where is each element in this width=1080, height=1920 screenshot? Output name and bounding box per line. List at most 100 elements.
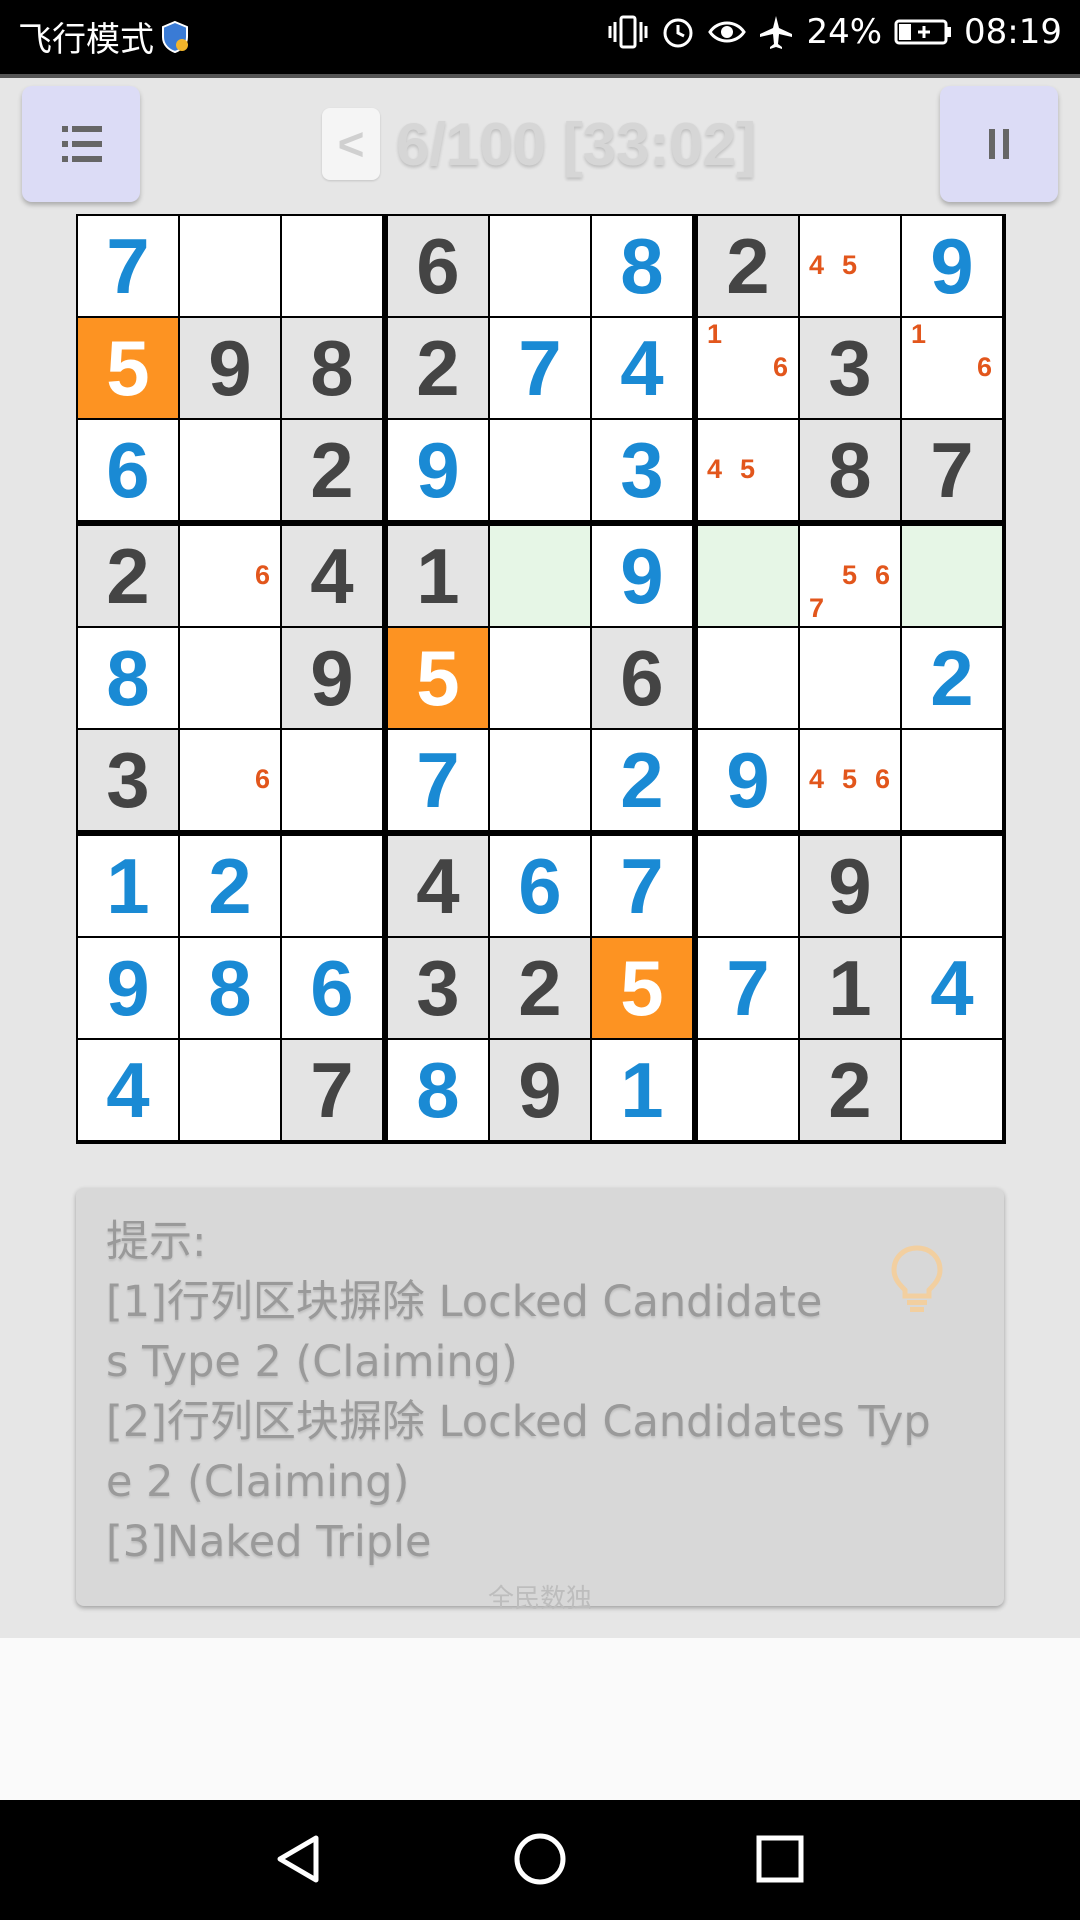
sudoku-cell[interactable]: 9 [180, 318, 280, 418]
sudoku-cell[interactable]: 9 [282, 628, 382, 728]
sudoku-cell[interactable] [902, 526, 1002, 626]
sudoku-cell[interactable] [490, 216, 590, 316]
cell-candidates: 45 [800, 216, 900, 316]
recents-icon[interactable] [745, 1824, 815, 1894]
sudoku-cell[interactable]: 3 [592, 420, 692, 520]
candidate-note: 1 [910, 319, 927, 349]
sudoku-cell[interactable]: 3 [388, 938, 488, 1038]
sudoku-cell[interactable] [180, 216, 280, 316]
sudoku-cell[interactable] [282, 730, 382, 830]
sudoku-cell[interactable]: 456 [800, 730, 900, 830]
sudoku-cell[interactable]: 2 [902, 628, 1002, 728]
sudoku-cell[interactable]: 5 [592, 938, 692, 1038]
sudoku-cell[interactable] [490, 420, 590, 520]
sudoku-cell[interactable]: 16 [698, 318, 798, 418]
sudoku-cell[interactable]: 6 [78, 420, 178, 520]
sudoku-cell[interactable]: 6 [282, 938, 382, 1038]
sudoku-cell[interactable]: 7 [698, 938, 798, 1038]
sudoku-cell[interactable]: 2 [282, 420, 382, 520]
sudoku-cell[interactable]: 8 [592, 216, 692, 316]
sudoku-cell[interactable] [698, 836, 798, 936]
sudoku-cell[interactable]: 6 [490, 836, 590, 936]
sudoku-cell[interactable] [902, 730, 1002, 830]
sudoku-cell[interactable]: 3 [800, 318, 900, 418]
sudoku-cell[interactable]: 8 [388, 1040, 488, 1140]
candidate-note: 5 [841, 560, 858, 590]
puzzle-progress-timer: 6/100 [33:02] [396, 110, 757, 178]
sudoku-cell[interactable]: 56 7 [800, 526, 900, 626]
sudoku-cell[interactable] [282, 836, 382, 936]
sudoku-cell[interactable]: 8 [800, 420, 900, 520]
sudoku-cell[interactable]: 9 [698, 730, 798, 830]
sudoku-cell[interactable]: 7 [78, 216, 178, 316]
sudoku-cell[interactable] [490, 628, 590, 728]
status-divider [0, 74, 1080, 78]
sudoku-cell[interactable]: 4 [388, 836, 488, 936]
sudoku-cell[interactable]: 2 [698, 216, 798, 316]
sudoku-cell[interactable] [698, 1040, 798, 1140]
sudoku-cell[interactable]: 5 [388, 628, 488, 728]
sudoku-cell[interactable]: 7 [902, 420, 1002, 520]
sudoku-cell[interactable]: 2 [490, 938, 590, 1038]
sudoku-cell[interactable] [902, 836, 1002, 936]
sudoku-cell[interactable]: 2 [800, 1040, 900, 1140]
sudoku-cell[interactable]: 2 [592, 730, 692, 830]
sudoku-board[interactable]: 7682459598274163166293458726419567895623… [76, 214, 1006, 1144]
sudoku-cell[interactable] [902, 1040, 1002, 1140]
sudoku-cell[interactable]: 4 [592, 318, 692, 418]
sudoku-cell[interactable]: 6 [388, 216, 488, 316]
candidate-note: 4 [808, 250, 825, 280]
sudoku-cell[interactable]: 6 [180, 526, 280, 626]
sudoku-cell[interactable]: 4 [902, 938, 1002, 1038]
sudoku-cell[interactable]: 2 [78, 526, 178, 626]
sudoku-cell[interactable] [180, 628, 280, 728]
candidate-note: 5 [841, 250, 858, 280]
sudoku-cell[interactable]: 6 [592, 628, 692, 728]
sudoku-cell[interactable] [180, 420, 280, 520]
pause-button[interactable] [940, 86, 1058, 202]
candidate-note: 6 [874, 560, 891, 590]
sudoku-cell[interactable]: 1 [800, 938, 900, 1038]
sudoku-cell[interactable]: 7 [282, 1040, 382, 1140]
sudoku-cell[interactable] [698, 628, 798, 728]
back-icon[interactable] [264, 1824, 334, 1894]
sudoku-cell[interactable]: 7 [490, 318, 590, 418]
prev-puzzle-button[interactable]: < [322, 108, 380, 180]
sudoku-cell[interactable] [698, 526, 798, 626]
sudoku-cell[interactable]: 8 [282, 318, 382, 418]
sudoku-cell[interactable]: 2 [180, 836, 280, 936]
candidate-note: 1 [706, 319, 723, 349]
eye-icon [708, 17, 747, 47]
sudoku-cell[interactable]: 8 [180, 938, 280, 1038]
sudoku-cell[interactable]: 4 [78, 1040, 178, 1140]
sudoku-cell[interactable]: 2 [388, 318, 488, 418]
home-icon[interactable] [505, 1824, 575, 1894]
sudoku-cell[interactable]: 9 [388, 420, 488, 520]
sudoku-cell[interactable] [490, 526, 590, 626]
sudoku-cell[interactable]: 5 [78, 318, 178, 418]
sudoku-cell[interactable] [800, 628, 900, 728]
sudoku-cell[interactable]: 9 [592, 526, 692, 626]
lightbulb-icon[interactable] [888, 1244, 946, 1314]
sudoku-cell[interactable]: 1 [592, 1040, 692, 1140]
sudoku-cell[interactable]: 3 [78, 730, 178, 830]
candidate-note: 5 [739, 454, 756, 484]
sudoku-cell[interactable]: 6 [180, 730, 280, 830]
sudoku-cell[interactable]: 16 [902, 318, 1002, 418]
sudoku-cell[interactable]: 8 [78, 628, 178, 728]
sudoku-cell[interactable]: 1 [78, 836, 178, 936]
sudoku-cell[interactable]: 9 [902, 216, 1002, 316]
sudoku-cell[interactable] [282, 216, 382, 316]
sudoku-cell[interactable]: 9 [800, 836, 900, 936]
sudoku-cell[interactable] [180, 1040, 280, 1140]
sudoku-cell[interactable]: 45 [800, 216, 900, 316]
menu-button[interactable] [22, 86, 140, 202]
sudoku-cell[interactable]: 1 [388, 526, 488, 626]
sudoku-cell[interactable]: 4 [282, 526, 382, 626]
sudoku-cell[interactable]: 9 [78, 938, 178, 1038]
sudoku-cell[interactable]: 7 [388, 730, 488, 830]
sudoku-cell[interactable]: 45 [698, 420, 798, 520]
sudoku-cell[interactable] [490, 730, 590, 830]
sudoku-cell[interactable]: 7 [592, 836, 692, 936]
sudoku-cell[interactable]: 9 [490, 1040, 590, 1140]
